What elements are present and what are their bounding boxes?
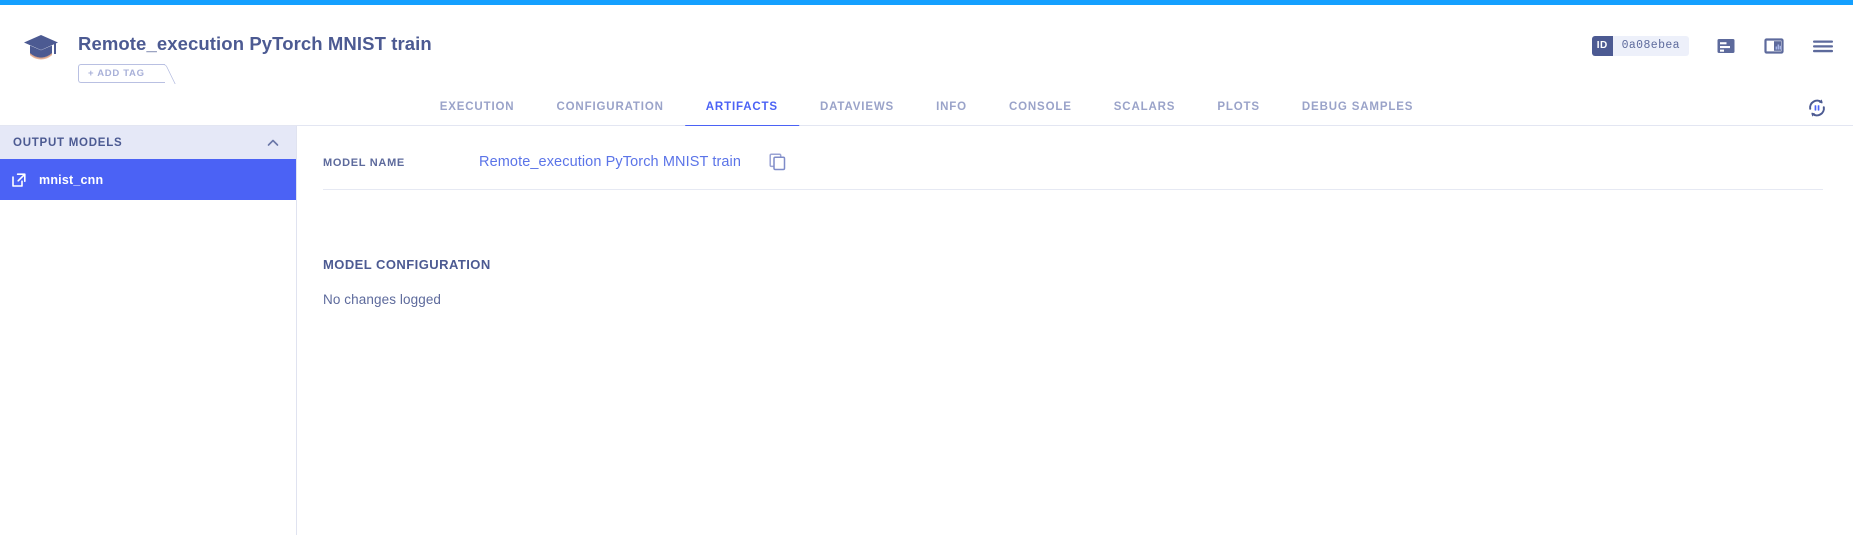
tab-console[interactable]: CONSOLE xyxy=(988,89,1093,127)
experiment-header: Remote_execution PyTorch MNIST train + A… xyxy=(0,5,1853,89)
tab-scalars[interactable]: SCALARS xyxy=(1093,89,1197,127)
model-configuration-title: MODEL CONFIGURATION xyxy=(323,257,491,272)
model-name-link[interactable]: Remote_execution PyTorch MNIST train xyxy=(479,154,741,170)
add-tag-button[interactable]: + ADD TAG xyxy=(78,64,165,83)
sidebar-item-label: mnist_cnn xyxy=(39,172,104,187)
hamburger-menu-icon[interactable] xyxy=(1811,35,1835,57)
tab-dataviews[interactable]: DATAVIEWS xyxy=(799,89,915,127)
artifacts-main: MODEL NAME Remote_execution PyTorch MNIS… xyxy=(297,126,1853,535)
tab-execution[interactable]: EXECUTION xyxy=(419,89,536,127)
tab-configuration[interactable]: CONFIGURATION xyxy=(535,89,684,127)
page-body: OUTPUT MODELS mnist_cnn MODEL NAME Remot… xyxy=(0,126,1853,535)
tab-plots[interactable]: PLOTS xyxy=(1196,89,1281,127)
id-badge-key: ID xyxy=(1591,36,1613,56)
tab-bar: EXECUTION CONFIGURATION ARTIFACTS DATAVI… xyxy=(0,89,1853,127)
tab-list: EXECUTION CONFIGURATION ARTIFACTS DATAVI… xyxy=(419,89,1435,127)
model-name-label: MODEL NAME xyxy=(323,157,405,169)
copy-icon[interactable] xyxy=(768,152,787,171)
output-models-title: OUTPUT MODELS xyxy=(13,136,123,149)
split-view-icon[interactable] xyxy=(1763,35,1785,57)
page-title: Remote_execution PyTorch MNIST train xyxy=(78,33,432,54)
experiment-id-badge[interactable]: ID 0a08ebea xyxy=(1591,36,1689,56)
artifacts-sidebar: OUTPUT MODELS mnist_cnn xyxy=(0,126,297,535)
output-models-panel-header[interactable]: OUTPUT MODELS xyxy=(0,126,296,159)
app-root: COMPLETED Remote_execution PyTorch MNIST… xyxy=(0,0,1853,535)
tab-debug-samples[interactable]: DEBUG SAMPLES xyxy=(1281,89,1434,127)
header-actions: ID 0a08ebea xyxy=(1591,35,1835,57)
log-details-icon[interactable] xyxy=(1715,35,1737,57)
id-badge-value: 0a08ebea xyxy=(1621,39,1680,52)
external-link-icon xyxy=(11,172,27,188)
title-block: Remote_execution PyTorch MNIST train + A… xyxy=(78,33,432,83)
auto-refresh-pause-icon[interactable] xyxy=(1805,96,1829,120)
sidebar-item-mnist-cnn[interactable]: mnist_cnn xyxy=(0,159,296,200)
chevron-up-icon[interactable] xyxy=(265,135,281,151)
model-configuration-empty: No changes logged xyxy=(323,292,442,307)
graduation-cap-icon xyxy=(22,30,60,64)
tab-info[interactable]: INFO xyxy=(915,89,988,127)
tab-artifacts[interactable]: ARTIFACTS xyxy=(684,89,799,127)
model-name-row: MODEL NAME Remote_execution PyTorch MNIS… xyxy=(323,152,1823,190)
